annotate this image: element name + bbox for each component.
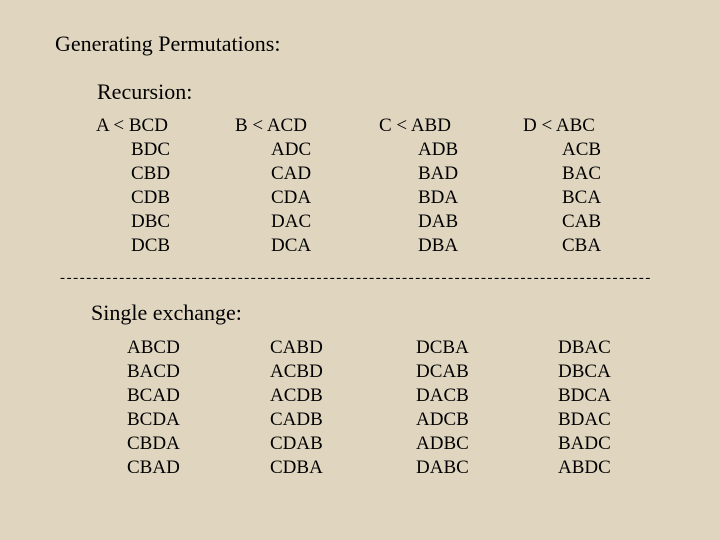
recursion-column-header: B < ACD [235, 115, 307, 136]
recursion-permutation: ACB [562, 139, 602, 160]
recursion-column-header: C < ABD [379, 115, 451, 136]
recursion-permutation: CBD [131, 163, 171, 184]
recursion-permutation: CBA [562, 235, 602, 256]
recursion-permutation: DBA [418, 235, 459, 256]
single-exchange-permutation: ADCB [416, 409, 469, 430]
recursion-permutation: ADC [271, 139, 312, 160]
single-exchange-permutation: ABCD [127, 337, 180, 358]
single-exchange-permutation: DCBA [416, 337, 469, 358]
recursion-permutation: BDA [418, 187, 459, 208]
single-exchange-heading: Single exchange: [91, 300, 242, 325]
single-exchange-permutation: BADC [558, 433, 611, 454]
single-exchange-permutation: CADB [270, 409, 323, 430]
recursion-permutation: BAC [562, 163, 602, 184]
recursion-permutation: BCA [562, 187, 602, 208]
single-exchange-permutation: DBAC [558, 337, 611, 358]
single-exchange-permutation: CBDA [127, 433, 180, 454]
single-exchange-permutation: BACD [127, 361, 180, 382]
single-exchange-permutation: CABD [270, 337, 323, 358]
recursion-column-header: A < BCD [96, 115, 168, 136]
recursion-permutation: BDC [131, 139, 171, 160]
single-exchange-permutation: DCAB [416, 361, 469, 382]
single-exchange-permutation: DBCA [558, 361, 611, 382]
recursion-permutation: CDA [271, 187, 312, 208]
recursion-permutation: DAC [271, 211, 312, 232]
single-exchange-permutation: DABC [416, 457, 469, 478]
single-exchange-permutation: BCAD [127, 385, 180, 406]
recursion-permutation: DCA [271, 235, 312, 256]
recursion-column-header: D < ABC [523, 115, 595, 136]
recursion-permutation: CDB [131, 187, 171, 208]
recursion-permutation: CAB [562, 211, 602, 232]
single-exchange-permutation: CDBA [270, 457, 323, 478]
single-exchange-permutation: ABDC [558, 457, 611, 478]
recursion-permutation: DCB [131, 235, 171, 256]
single-exchange-permutation: BCDA [127, 409, 180, 430]
single-exchange-permutation: BDAC [558, 409, 611, 430]
recursion-permutation: BAD [418, 163, 459, 184]
slide-title: Generating Permutations: [55, 31, 281, 56]
single-exchange-permutation: ACBD [270, 361, 323, 382]
divider-line: ----------------------------------------… [60, 270, 652, 286]
single-exchange-permutation: BDCA [558, 385, 611, 406]
recursion-permutation: DAB [418, 211, 459, 232]
recursion-heading: Recursion: [97, 79, 193, 104]
single-exchange-permutation: CDAB [270, 433, 323, 454]
recursion-permutation: ADB [418, 139, 459, 160]
recursion-permutation: CAD [271, 163, 312, 184]
single-exchange-permutation: DACB [416, 385, 469, 406]
single-exchange-permutation: CBAD [127, 457, 180, 478]
single-exchange-permutation: ADBC [416, 433, 469, 454]
single-exchange-permutation: ACDB [270, 385, 323, 406]
recursion-permutation: DBC [131, 211, 171, 232]
